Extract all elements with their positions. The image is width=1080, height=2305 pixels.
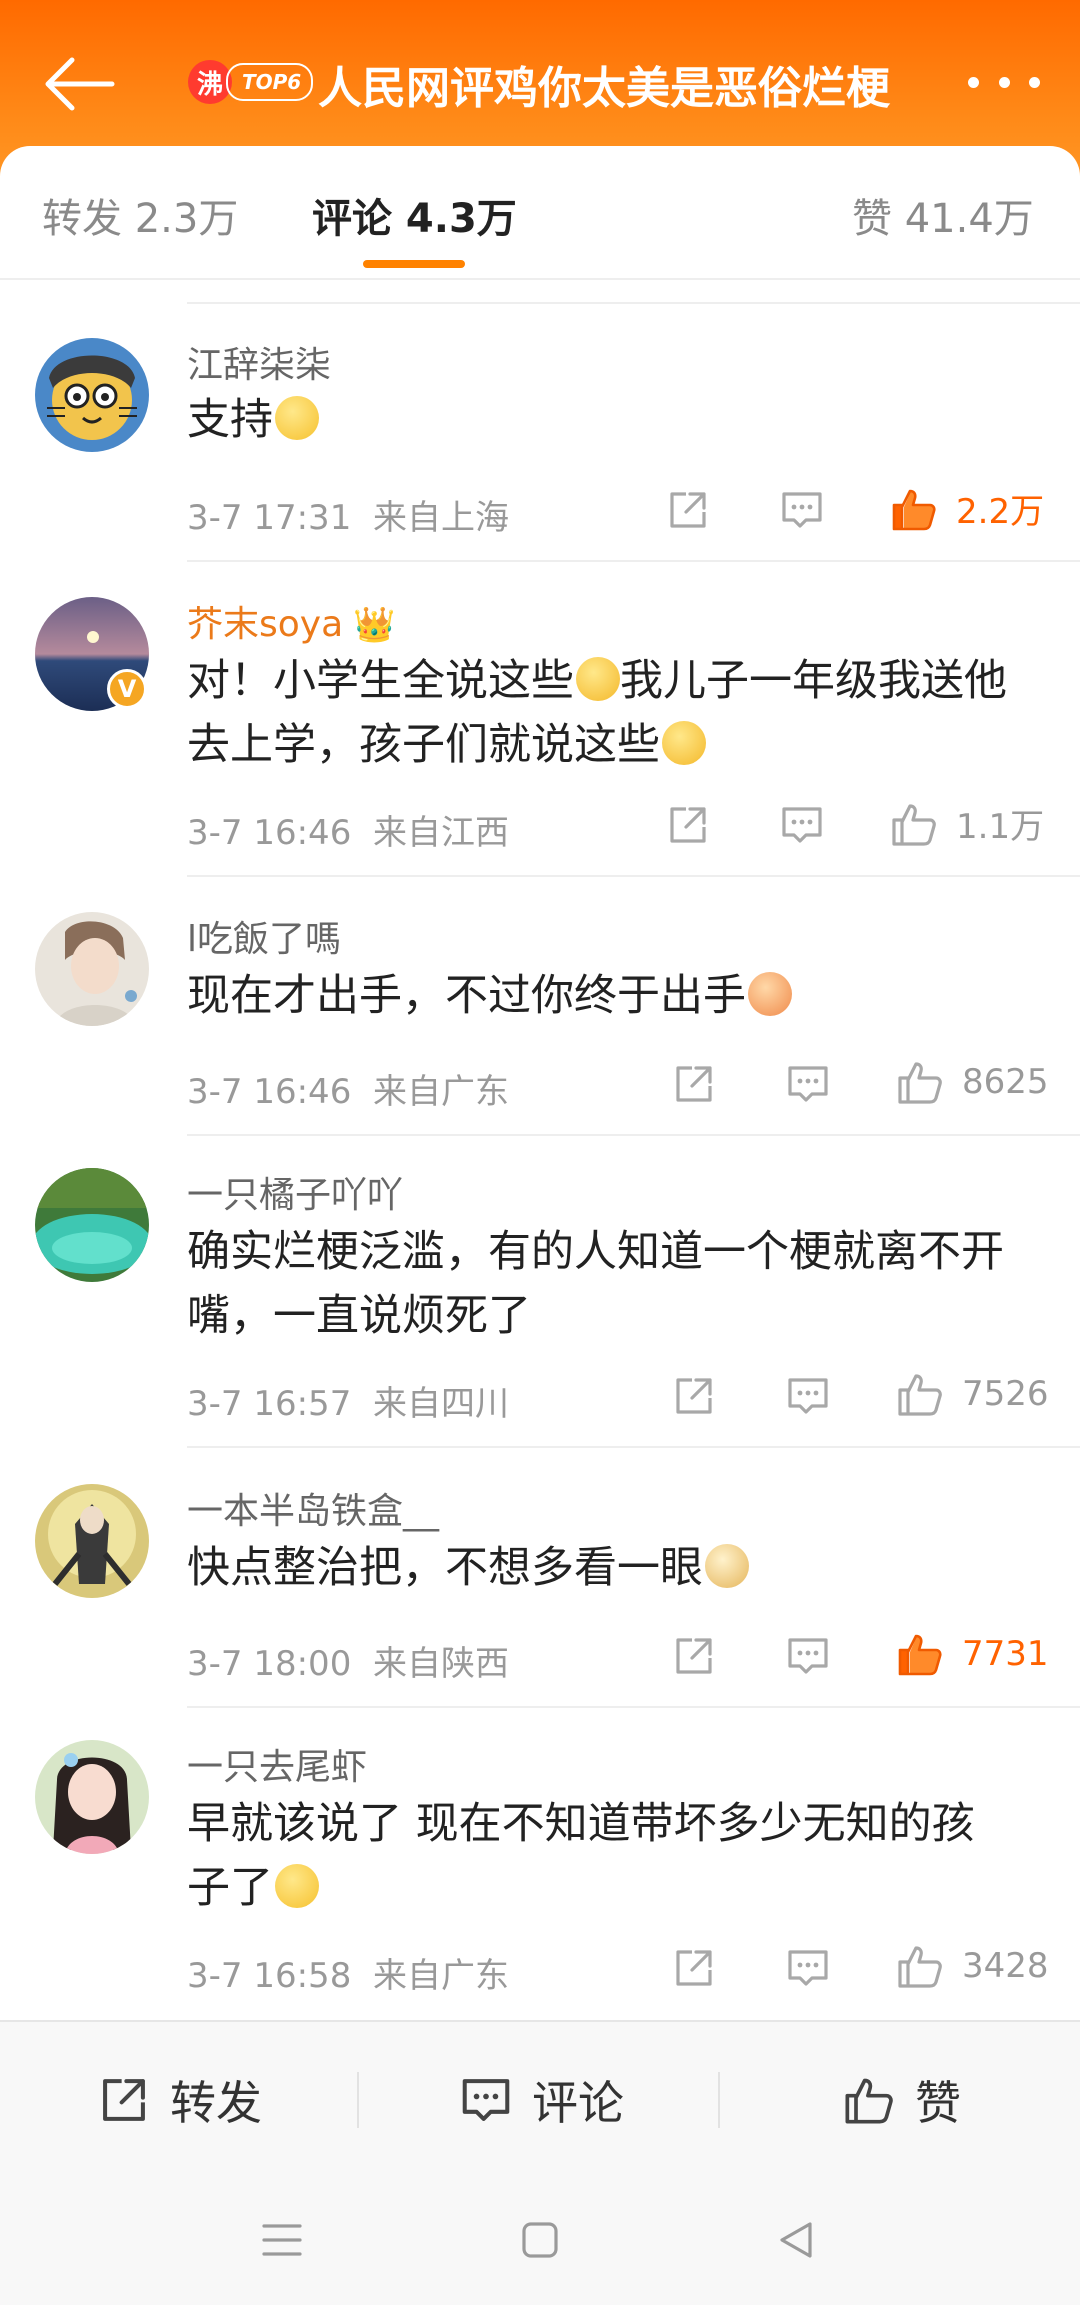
avatar[interactable]	[35, 912, 149, 1026]
divider	[187, 1134, 1080, 1136]
hot-search-badge[interactable]: 沸 TOP6	[188, 60, 314, 104]
smile-emoji	[275, 396, 319, 440]
divider	[187, 1706, 1080, 1708]
comment-text: 支持	[187, 388, 1047, 452]
thumbs-up-icon	[890, 485, 938, 533]
thumbs-up-icon	[896, 1942, 944, 1990]
comment-meta: 3-7 16:46 来自广东	[187, 1072, 509, 1112]
username[interactable]: 芥末soya 👑	[187, 595, 396, 647]
smile-emoji	[275, 1864, 319, 1908]
share-icon[interactable]	[666, 803, 710, 847]
divider	[187, 302, 1080, 304]
share-icon	[103, 2079, 145, 2121]
more-dots-icon	[968, 76, 979, 88]
kiss-emoji	[748, 972, 792, 1016]
avatar[interactable]	[35, 1168, 149, 1282]
share-icon[interactable]	[666, 488, 710, 532]
crown-icon: 👑	[353, 605, 396, 645]
like-count: 1.1万	[956, 807, 1045, 847]
page-title: 人民网评鸡你太美是恶俗烂梗	[318, 63, 890, 114]
laugh-cry-emoji	[576, 657, 620, 701]
username[interactable]: 一只橘子吖吖	[187, 1166, 403, 1218]
comment-meta: 3-7 16:58 来自广东	[187, 1956, 509, 1996]
tab-indicator	[363, 260, 465, 268]
comment-icon[interactable]	[786, 1374, 830, 1418]
avatar[interactable]	[35, 338, 149, 452]
divider	[187, 1446, 1080, 1448]
bottom-action-bar: 转发 评论 赞	[0, 2020, 1080, 2177]
comment-icon[interactable]	[780, 803, 824, 847]
tab-comments[interactable]: 评论 4.3万	[312, 186, 517, 244]
back-button[interactable]	[38, 48, 122, 120]
hot-badge-rank: TOP6	[226, 63, 314, 101]
thumbs-up-icon	[896, 1370, 944, 1418]
separator	[357, 2072, 359, 2128]
system-nav-bar	[0, 2175, 1080, 2305]
comment-icon[interactable]	[786, 1634, 830, 1678]
comment-text: 现在才出手，不过你终于出手	[187, 964, 1047, 1028]
home-square-icon[interactable]	[520, 2220, 560, 2260]
like-button[interactable]: 赞	[843, 2067, 961, 2133]
like-button[interactable]: 7731	[896, 1630, 1049, 1678]
like-button[interactable]: 3428	[896, 1942, 1049, 1990]
separator	[718, 2072, 720, 2128]
comment-text: 确实烂梗泛滥，有的人知道一个梗就离不开 嘴，一直说烦死了	[187, 1227, 1004, 1341]
more-button[interactable]	[968, 62, 1040, 102]
comment-text: 快点整治把，不想多看一眼	[187, 1536, 1047, 1600]
like-count: 8625	[962, 1062, 1049, 1102]
like-count: 7731	[962, 1634, 1049, 1674]
doge-emoji	[705, 1544, 749, 1588]
like-button[interactable]: 8625	[896, 1058, 1049, 1106]
comment-text: 对！小学生全说这些 我儿子一年级我送他 去上学，孩子们就说这些	[187, 656, 1007, 770]
username[interactable]: 一本半岛铁盒__	[187, 1482, 439, 1534]
thumbs-up-icon	[890, 800, 938, 848]
divider	[187, 560, 1080, 562]
repost-button[interactable]: 转发	[98, 2067, 262, 2133]
like-button[interactable]: 7526	[896, 1370, 1049, 1418]
username[interactable]: l吃飯了嗎	[187, 910, 341, 962]
username[interactable]: 一只去尾虾	[187, 1738, 367, 1790]
thumbs-up-icon	[896, 1058, 944, 1106]
comment-icon[interactable]	[780, 488, 824, 532]
avatar[interactable]	[35, 1484, 149, 1598]
avatar[interactable]	[35, 1740, 149, 1854]
thumbs-up-icon	[896, 1630, 944, 1678]
thumbs-up-icon	[845, 2078, 893, 2124]
comment-button[interactable]: 评论	[460, 2067, 624, 2133]
comment-meta: 3-7 16:46 来自江西	[187, 813, 509, 853]
share-icon[interactable]	[672, 1374, 716, 1418]
like-count: 7526	[962, 1374, 1049, 1414]
comment-icon[interactable]	[786, 1946, 830, 1990]
laugh-cry-emoji	[662, 721, 706, 765]
comment-icon	[462, 2079, 510, 2121]
like-count: 2.2万	[956, 492, 1045, 532]
tab-bar: 转发 2.3万 评论 4.3万 赞 41.4万	[0, 146, 1080, 280]
comment-meta: 3-7 18:00 来自陕西	[187, 1644, 509, 1684]
divider	[187, 875, 1080, 877]
share-icon[interactable]	[672, 1062, 716, 1106]
like-button[interactable]: 1.1万	[890, 799, 1044, 848]
back-triangle-icon[interactable]	[776, 2220, 816, 2260]
tab-likes[interactable]: 赞 41.4万	[852, 186, 1034, 244]
menu-icon[interactable]	[260, 2220, 304, 2260]
tab-reposts[interactable]: 转发 2.3万	[42, 186, 238, 244]
arrow-left-icon	[45, 57, 115, 111]
comment-icon[interactable]	[786, 1062, 830, 1106]
comment-text: 早就该说了 现在不知道带坏多少无知的孩 子了	[187, 1799, 975, 1913]
comment-meta: 3-7 16:57 来自四川	[187, 1384, 509, 1424]
verified-badge: V	[107, 669, 147, 709]
comment-meta: 3-7 17:31 来自上海	[187, 498, 509, 538]
username[interactable]: 江辞柒柒	[187, 336, 331, 388]
share-icon[interactable]	[672, 1634, 716, 1678]
like-button[interactable]: 2.2万	[890, 484, 1044, 533]
like-count: 3428	[962, 1946, 1049, 1986]
share-icon[interactable]	[672, 1946, 716, 1990]
